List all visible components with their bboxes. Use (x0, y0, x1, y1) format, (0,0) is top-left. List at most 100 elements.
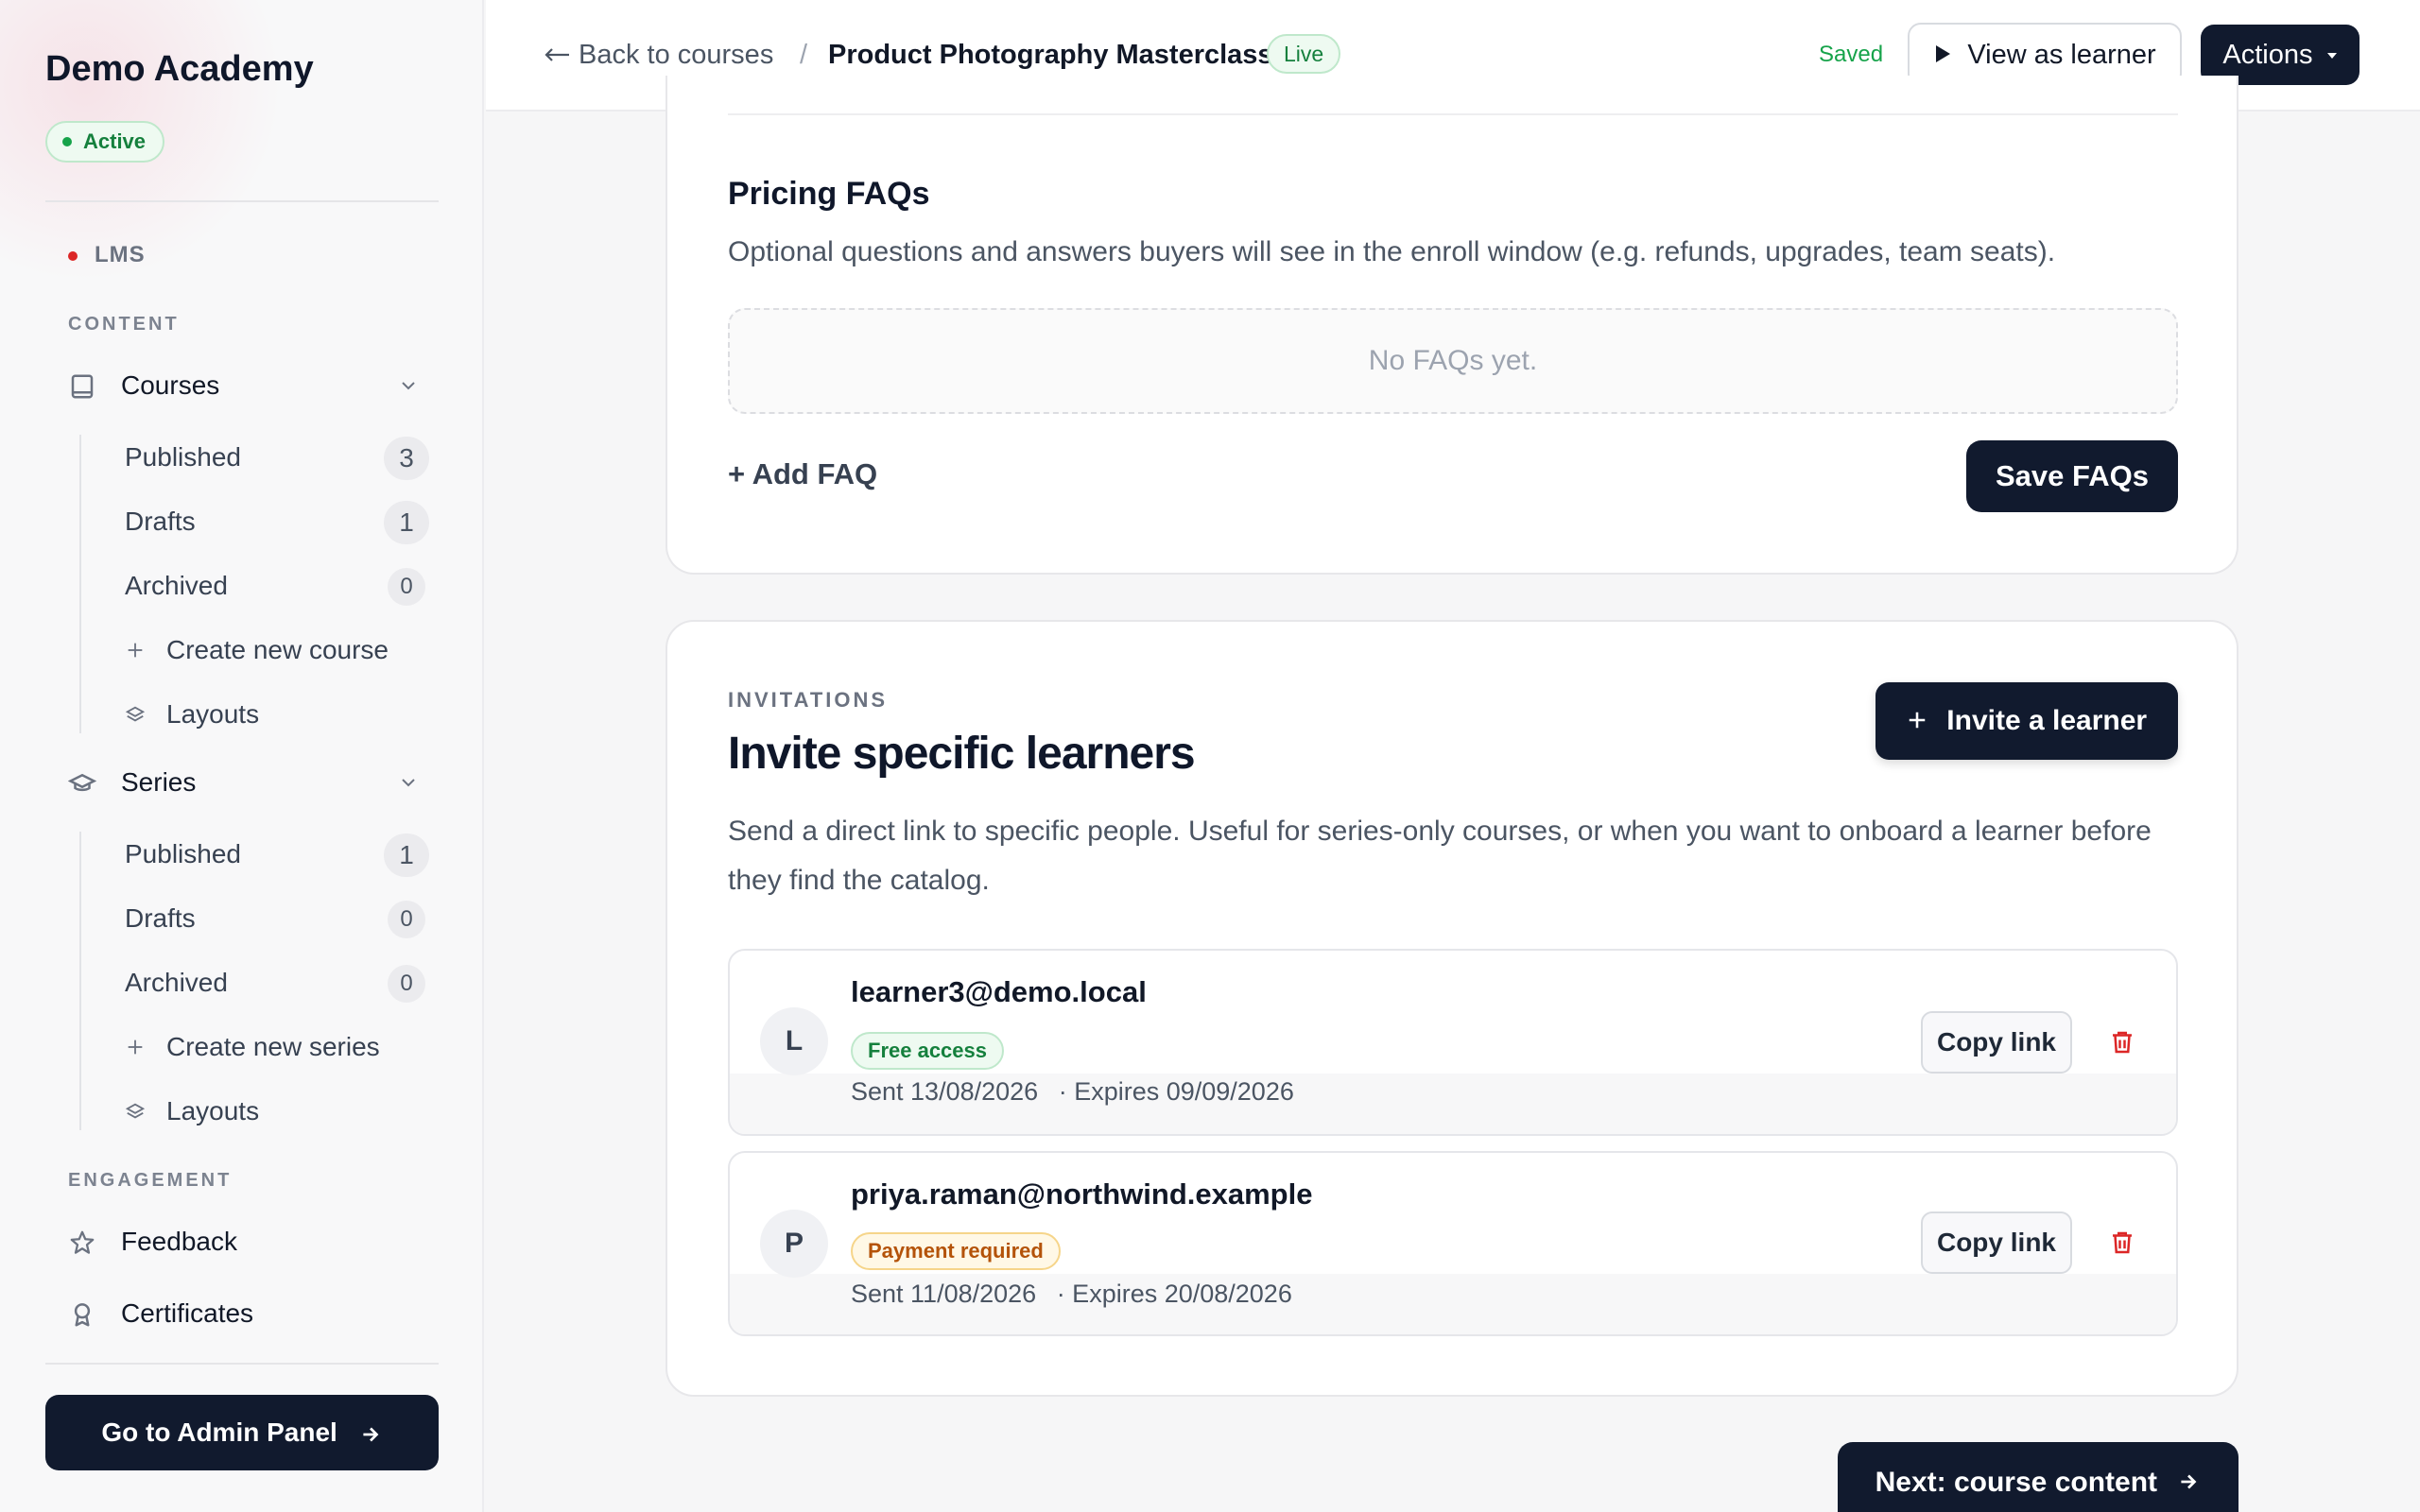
caret-down-icon (2326, 53, 2337, 60)
sent-date: Sent 11/08/2026 (851, 1280, 1037, 1308)
arrow-right-icon (363, 1427, 379, 1442)
series-subnav-rail (79, 832, 81, 1130)
invitations-section-label: INVITATIONS (728, 688, 889, 712)
sidebar-item-feedback-label: Feedback (121, 1227, 237, 1256)
status-badge-label: Active (83, 129, 147, 153)
next-button-label: Next: course content (1875, 1467, 2158, 1498)
save-faqs-button[interactable]: Save FAQs (1966, 440, 2178, 512)
access-badge: Payment required (851, 1232, 1061, 1270)
courses-layouts-link[interactable]: Layouts (125, 690, 429, 739)
star-icon (70, 1230, 95, 1254)
view-as-learner-label: View as learner (1967, 40, 2156, 70)
faq-title: Pricing FAQs (728, 176, 930, 212)
avatar: L (760, 1007, 828, 1075)
sidebar-item-courses-drafts[interactable]: Drafts 1 (125, 497, 429, 546)
graduation-cap-icon (68, 773, 96, 792)
sidebar-item-courses-published[interactable]: Published 3 (125, 433, 429, 482)
invitations-title: Invite specific learners (728, 729, 1196, 779)
arrow-right-icon (2181, 1474, 2197, 1489)
count-badge: 0 (388, 965, 425, 1003)
sidebar-item-series-archived[interactable]: Archived 0 (125, 958, 429, 1007)
layers-icon (125, 1103, 146, 1119)
invitation-dates: Sent 13/08/2026 · Expires 09/09/2026 (851, 1077, 1294, 1107)
brand-title: Demo Academy (45, 49, 314, 89)
nav-group-courses-label: Courses (121, 370, 220, 400)
actions-label: Actions (2222, 40, 2313, 70)
app-label-text: LMS (95, 242, 146, 267)
live-status-badge: Live (1267, 34, 1341, 74)
award-icon (74, 1303, 91, 1327)
sidebar-item-series-drafts[interactable]: Drafts 0 (125, 894, 429, 943)
admin-button-label: Go to Admin Panel (101, 1418, 337, 1447)
section-label-content: CONTENT (68, 314, 180, 335)
copy-link-button[interactable]: Copy link (1921, 1011, 2072, 1074)
invitations-card: INVITATIONS Invite specific learners Inv… (666, 620, 2238, 1397)
faq-card-divider (728, 113, 2178, 115)
app-label[interactable]: LMS (68, 240, 146, 270)
back-to-courses-link[interactable]: Back to courses (543, 36, 773, 74)
sidebar-item-feedback[interactable]: Feedback (68, 1217, 427, 1266)
sidebar-item-courses-archived[interactable]: Archived 0 (125, 561, 429, 610)
app-dot-icon (68, 251, 78, 261)
status-dot-icon (62, 137, 72, 146)
sidebar-item-label: Published (125, 442, 241, 472)
series-layouts-label: Layouts (166, 1096, 260, 1125)
create-new-course-link[interactable]: Create new course (125, 626, 429, 675)
count-badge: 1 (384, 833, 429, 877)
copy-link-button[interactable]: Copy link (1921, 1211, 2072, 1274)
play-icon (1936, 45, 1951, 63)
book-icon (71, 374, 94, 399)
invite-learner-button[interactable]: Invite a learner (1876, 682, 2178, 760)
nav-group-series-label: Series (121, 767, 197, 797)
plus-icon (1909, 712, 1926, 729)
courses-layouts-label: Layouts (166, 699, 260, 729)
invitations-description: Send a direct link to specific people. U… (728, 816, 2152, 896)
sidebar-item-label: Archived (125, 571, 228, 600)
arrow-left-icon (544, 48, 569, 61)
faq-empty-state: No FAQs yet. (728, 308, 2178, 414)
sidebar-item-label: Drafts (125, 507, 196, 536)
sidebar: Demo Academy Active LMS CONTENT Courses … (0, 0, 484, 1512)
invitation-row: L learner3@demo.local Free access Sent 1… (728, 949, 2178, 1136)
nav-group-series[interactable]: Series (68, 758, 427, 807)
sidebar-item-label: Drafts (125, 903, 196, 933)
section-label-engagement: ENGAGEMENT (68, 1170, 233, 1191)
expiry-date: · Expires 09/09/2026 (1058, 1077, 1294, 1106)
invitation-email: learner3@demo.local (851, 975, 1147, 1008)
sidebar-divider (45, 200, 439, 202)
sidebar-item-series-published[interactable]: Published 1 (125, 830, 429, 879)
breadcrumb-separator: / (800, 40, 808, 70)
create-new-series-link[interactable]: Create new series (125, 1022, 429, 1072)
chevron-down-icon[interactable] (397, 771, 420, 794)
page-title: Product Photography Masterclass (828, 40, 1273, 70)
access-badge: Free access (851, 1032, 1004, 1070)
saved-indicator: Saved (1819, 42, 1884, 67)
next-course-content-button[interactable]: Next: course content (1838, 1442, 2238, 1512)
plus-icon (128, 1040, 143, 1055)
trash-icon[interactable] (2108, 1228, 2136, 1257)
pricing-faq-card: Pricing FAQs Optional questions and answ… (666, 76, 2238, 575)
plus-icon (128, 643, 143, 658)
trash-icon[interactable] (2108, 1028, 2136, 1057)
faq-description: Optional questions and answers buyers wi… (728, 236, 2056, 267)
series-layouts-link[interactable]: Layouts (125, 1087, 429, 1136)
sidebar-item-label: Archived (125, 968, 228, 997)
go-to-admin-panel-button[interactable]: Go to Admin Panel (45, 1395, 439, 1470)
layers-icon (125, 706, 146, 722)
sidebar-item-label: Published (125, 839, 241, 868)
avatar: P (760, 1210, 828, 1278)
sidebar-item-certificates[interactable]: Certificates (68, 1289, 427, 1338)
invitation-row: P priya.raman@northwind.example Payment … (728, 1151, 2178, 1336)
count-badge: 0 (388, 568, 425, 606)
sent-date: Sent 13/08/2026 (851, 1077, 1039, 1106)
nav-group-courses[interactable]: Courses (68, 361, 427, 410)
invitation-dates: Sent 11/08/2026 · Expires 20/08/2026 (851, 1280, 1292, 1309)
invite-learner-label: Invite a learner (1946, 705, 2148, 736)
courses-subnav-rail (79, 435, 81, 733)
add-faq-button[interactable]: + Add FAQ (728, 457, 877, 491)
count-badge: 0 (388, 901, 425, 938)
create-new-series-label: Create new series (166, 1032, 380, 1061)
chevron-down-icon[interactable] (397, 374, 420, 397)
back-to-courses-label: Back to courses (579, 40, 774, 70)
invitation-email: priya.raman@northwind.example (851, 1177, 1313, 1211)
